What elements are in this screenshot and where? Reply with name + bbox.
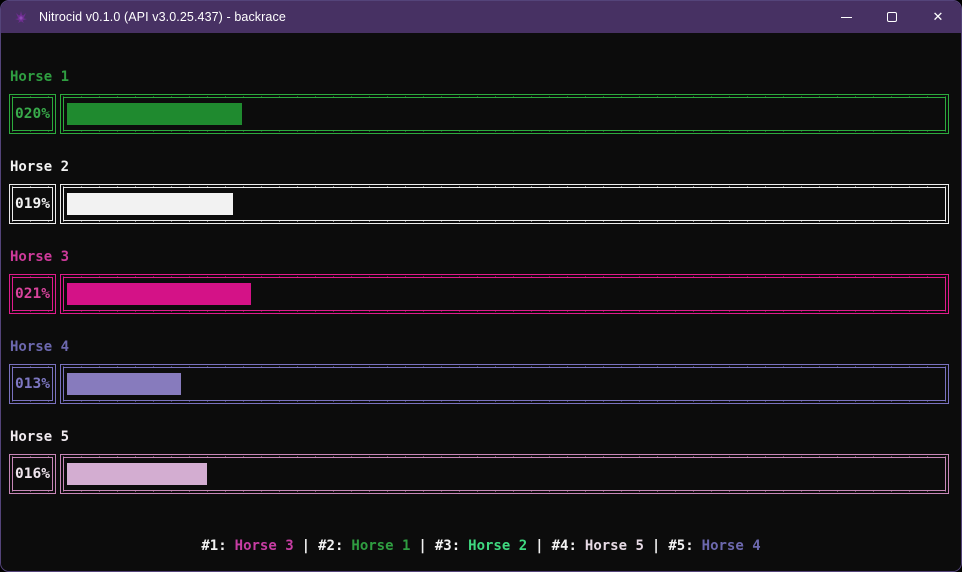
horse-name: Horse 4 [10, 339, 70, 355]
progress-bar [60, 454, 949, 494]
minimize-icon [840, 16, 852, 18]
progress-bar [60, 364, 949, 404]
horse-name: Horse 5 [10, 429, 70, 445]
percent-box: 013% [9, 364, 56, 404]
horse-section-2: Horse 2 019% [9, 159, 949, 224]
app-logo-icon[interactable] [13, 9, 29, 25]
close-icon: ✕ [932, 9, 944, 25]
window-controls: ✕ [823, 1, 961, 33]
horse-section-1: Horse 1 020% [9, 69, 949, 134]
progress-fill [67, 103, 242, 125]
rank-separator: | [535, 538, 544, 554]
ranking-line: #1: Horse 3 | #2: Horse 1 | #3: Horse 2 … [1, 538, 961, 554]
rank-label: #4: [551, 538, 577, 554]
close-button[interactable]: ✕ [915, 1, 961, 33]
percent-value: 019% [15, 196, 50, 212]
window-title: Nitrocid v0.1.0 (API v3.0.25.437) - back… [39, 10, 286, 24]
rank-label: #1: [201, 538, 227, 554]
rank-label: #5: [668, 538, 694, 554]
progress-fill [67, 283, 251, 305]
percent-box: 019% [9, 184, 56, 224]
horse-name: Horse 2 [10, 159, 70, 175]
percent-value: 013% [15, 376, 50, 392]
percent-value: 020% [15, 106, 50, 122]
percent-box: 020% [9, 94, 56, 134]
progress-fill [67, 193, 234, 215]
horse-section-4: Horse 4 013% [9, 339, 949, 404]
percent-box: 021% [9, 274, 56, 314]
horse-name: Horse 3 [10, 249, 70, 265]
progress-bar [60, 274, 949, 314]
terminal-content: Horse 1 020% Horse 2 019% Horse 3 021% H… [1, 33, 961, 571]
app-window: Nitrocid v0.1.0 (API v3.0.25.437) - back… [0, 0, 962, 572]
titlebar: Nitrocid v0.1.0 (API v3.0.25.437) - back… [1, 1, 961, 33]
rank-horse-name: Horse 4 [701, 538, 761, 554]
horse-name: Horse 1 [10, 69, 70, 85]
rank-horse-name: Horse 3 [234, 538, 294, 554]
horse-section-3: Horse 3 021% [9, 249, 949, 314]
percent-box: 016% [9, 454, 56, 494]
rank-separator: | [651, 538, 661, 554]
progress-fill [67, 373, 181, 395]
rank-horse-name: Horse 5 [584, 538, 644, 554]
percent-value: 016% [15, 466, 50, 482]
horse-section-5: Horse 5 016% [9, 429, 949, 494]
rank-label: #2: [318, 538, 344, 554]
maximize-button[interactable] [869, 1, 915, 33]
rank-separator: | [301, 538, 311, 554]
progress-fill [67, 463, 207, 485]
progress-bar [60, 94, 949, 134]
rank-label: #3: [434, 538, 461, 554]
rank-horse-name: Horse 2 [468, 538, 528, 554]
rank-separator: | [418, 538, 427, 554]
percent-value: 021% [15, 286, 50, 302]
rank-horse-name: Horse 1 [351, 538, 411, 554]
progress-bar [60, 184, 949, 224]
minimize-button[interactable] [823, 1, 869, 33]
maximize-icon [887, 12, 897, 22]
